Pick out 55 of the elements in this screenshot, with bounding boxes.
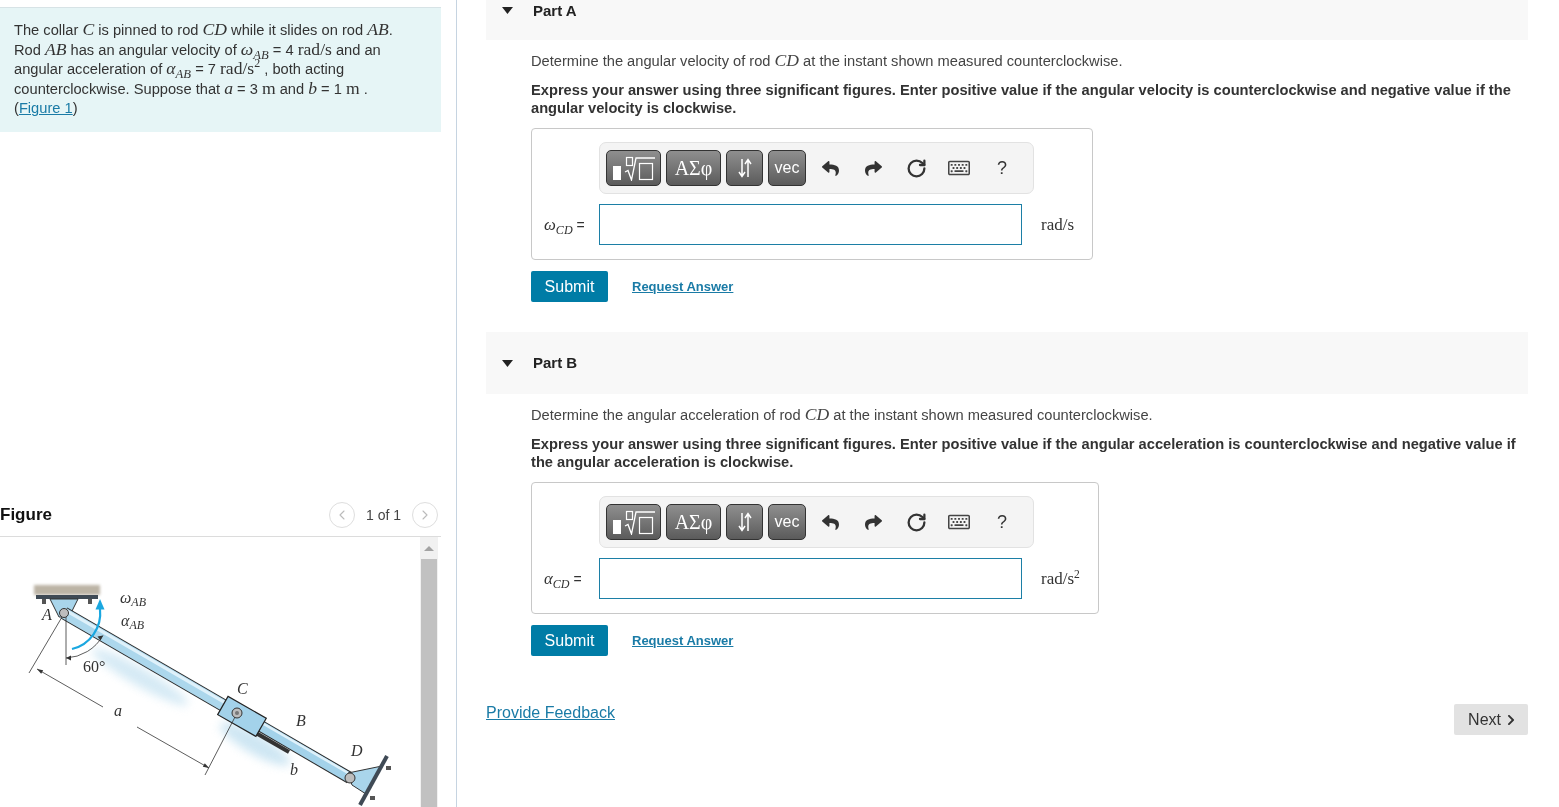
redo-icon — [864, 159, 882, 177]
reset-icon — [905, 511, 927, 533]
root-template-icon — [611, 509, 656, 535]
reset-icon — [905, 157, 927, 179]
unit-label: rad/s$^{2}$ — [1040, 568, 1080, 589]
arrows-button[interactable] — [726, 150, 763, 186]
chevron-right-icon — [1505, 713, 1517, 726]
help-button[interactable]: ? — [983, 150, 1021, 186]
part-header[interactable]: Part A — [486, 0, 1528, 40]
request-answer-link[interactable]: Request Answer — [632, 633, 734, 648]
templates-button[interactable] — [606, 150, 661, 186]
arrows-button[interactable] — [726, 504, 763, 540]
variable-label: ω$_{CD}$ = — [544, 216, 586, 233]
submit-button[interactable]: Submit — [531, 271, 608, 302]
problem-text: The collar C is pinned to rod CD while it slides on rod AB. Rod AB has an angular velocity of ω$_{AB}$ = 4 rad/s and an angular acceleration of α$_{AB}$ = 7 rad/s$^{2}$ , both acting counterclockwise. Suppose that a = 3 m and b = 1 m . (Figure 1) — [14, 21, 394, 118]
undo-icon — [821, 159, 839, 177]
instruction-text: Express your answer using three significant figures. Enter positive value if the angular velocity is counterclockwise and negative value if the angular velocity is clockwise. — [531, 81, 1512, 117]
point-label: D — [351, 743, 363, 759]
angle-label: 60° — [83, 659, 106, 675]
vector-button[interactable]: vec — [768, 150, 806, 186]
templates-button[interactable] — [606, 504, 661, 540]
dimension-label: b — [290, 762, 298, 778]
next-button[interactable]: Next — [1454, 704, 1528, 735]
feedback-link[interactable]: Provide Feedback — [486, 704, 615, 722]
symbols-button[interactable]: ΑΣφ — [666, 504, 721, 540]
figure-link[interactable]: Figure 1 — [18, 100, 73, 116]
page-count: 1 of 1 — [365, 507, 401, 523]
question-text: Determine the angular acceleration of rod CD at the instant shown measured counterclockwise. — [531, 406, 1154, 425]
point-label: C — [237, 681, 248, 697]
up-down-arrows-icon — [736, 512, 753, 532]
answer-input[interactable] — [599, 558, 1022, 599]
root-template-icon — [611, 155, 656, 181]
undo-icon — [821, 513, 839, 531]
point-label: B — [296, 713, 306, 729]
answer-input[interactable] — [599, 204, 1022, 245]
part-header[interactable]: Part B — [486, 332, 1528, 394]
figure-title: Figure — [0, 505, 52, 525]
dimension-label: a — [114, 703, 122, 719]
angular-velocity-label: ω$_{AB}$ — [120, 590, 146, 606]
request-answer-link[interactable]: Request Answer — [632, 279, 734, 294]
scrollbar[interactable] — [420, 537, 438, 807]
redo-icon — [864, 513, 882, 531]
instruction-text: Express your answer using three significant figures. Enter positive value if the angular acceleration is counterclockwise and negative value if the angular acceleration is clockwise. — [531, 435, 1517, 471]
vector-button[interactable]: vec — [768, 504, 806, 540]
submit-button[interactable]: Submit — [531, 625, 608, 656]
scrollbar-thumb[interactable] — [421, 559, 437, 807]
up-down-arrows-icon — [736, 158, 753, 178]
question-text: Determine the angular velocity of rod CD at the instant shown measured counterclockwise. — [531, 52, 1124, 71]
help-button[interactable]: ? — [983, 504, 1021, 540]
symbols-button[interactable]: ΑΣφ — [666, 150, 721, 186]
point-label: A — [42, 607, 52, 623]
unit-label: rad/s — [1040, 214, 1075, 235]
variable-label: α$_{CD}$ = — [544, 570, 583, 587]
scroll-up-icon — [424, 546, 434, 551]
angular-acceleration-label: α$_{AB}$ — [121, 613, 145, 629]
